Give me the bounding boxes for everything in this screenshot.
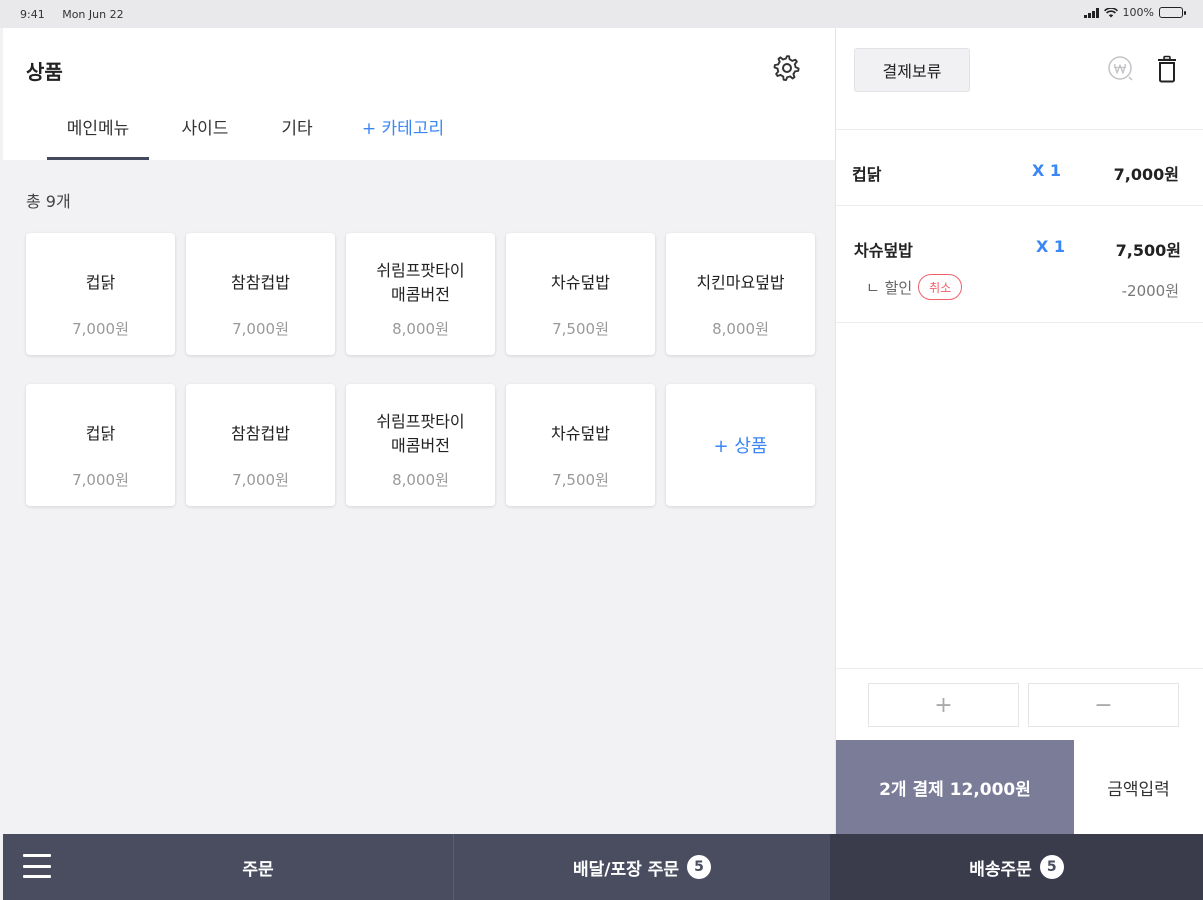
discount-label: ㄴ 할인 <box>866 278 913 297</box>
battery-percent: 100% <box>1122 6 1154 19</box>
nav-delivery-takeout-label: 배달/포장 주문 <box>573 859 679 880</box>
order-item-price: 7,500원 <box>1115 241 1181 260</box>
product-price: 7,000원 <box>232 471 289 489</box>
product-count: 총 9개 <box>26 192 71 211</box>
category-tabs: 메인메뉴 사이드 기타 + 카테고리 <box>47 100 473 160</box>
add-product-button[interactable]: + 상품 <box>666 384 815 506</box>
product-price: 7,000원 <box>232 320 289 338</box>
product-name: 참참컵밥 <box>231 424 290 443</box>
status-time: 9:41 <box>20 8 45 21</box>
order-header: 결제보류 <box>836 28 1203 130</box>
wifi-icon <box>1103 7 1118 17</box>
clear-order-button[interactable] <box>1150 50 1184 88</box>
status-date: Mon Jun 22 <box>62 8 124 21</box>
product-price: 7,500원 <box>552 471 609 489</box>
discount-amount: -2000원 <box>1121 282 1179 300</box>
tab-side[interactable]: 사이드 <box>149 100 261 160</box>
order-item-price: 7,000원 <box>1113 165 1179 184</box>
add-category-button[interactable]: + 카테고리 <box>333 100 473 160</box>
product-card[interactable]: 컵닭 7,000원 <box>26 384 175 506</box>
nav-order[interactable]: 주문 <box>63 834 453 900</box>
page-title: 상품 <box>26 60 63 84</box>
quantity-controls: + − <box>836 668 1203 740</box>
won-icon <box>1108 56 1133 81</box>
product-grid: 컵닭 7,000원 참참컵밥 7,000원 쉬림프팟타이 매콤버전 8,000원… <box>26 233 816 506</box>
product-name: 치킨마요덮밥 <box>696 273 785 292</box>
delivery-takeout-badge: 5 <box>686 855 711 879</box>
product-panel: 상품 메인메뉴 사이드 기타 + 카테고리 총 9개 컵닭 7,000원 참참컵… <box>3 28 835 834</box>
product-card[interactable]: 참참컵밥 7,000원 <box>186 384 335 506</box>
won-discount-button[interactable] <box>1104 52 1138 86</box>
hamburger-menu-icon[interactable] <box>23 854 51 878</box>
order-item-qty: X 1 <box>1032 161 1062 180</box>
settings-button[interactable] <box>769 50 805 86</box>
order-panel: 결제보류 컵닭 X 1 7,000원 차슈덮밥 X 1 7,500원 ㄴ 할인 <box>835 28 1203 834</box>
nav-order-label: 주문 <box>242 859 274 880</box>
nav-delivery-takeout[interactable]: 배달/포장 주문 5 <box>453 834 830 900</box>
product-name: 컵닭 <box>85 273 116 292</box>
nav-shipping-label: 배송주문 <box>969 859 1032 880</box>
product-price: 8,000원 <box>392 471 449 489</box>
tab-etc[interactable]: 기타 <box>261 100 333 160</box>
product-card[interactable]: 쉬림프팟타이 매콤버전 8,000원 <box>346 233 495 355</box>
shipping-badge: 5 <box>1039 855 1064 879</box>
product-card[interactable]: 치킨마요덮밥 8,000원 <box>666 233 815 355</box>
cancel-discount-button[interactable]: 취소 <box>918 274 963 300</box>
product-price: 7,000원 <box>72 320 129 338</box>
product-price: 7,000원 <box>72 471 129 489</box>
product-price: 7,500원 <box>552 320 609 338</box>
decrease-qty-button[interactable]: − <box>1028 683 1179 727</box>
order-line-item[interactable]: 차슈덮밥 X 1 7,500원 ㄴ 할인 취소 -2000원 <box>836 206 1203 323</box>
order-line-item[interactable]: 컵닭 X 1 7,000원 <box>836 130 1203 206</box>
battery-icon <box>1159 7 1186 18</box>
add-product-label: + 상품 <box>713 436 768 457</box>
order-item-name: 컵닭 <box>852 165 882 184</box>
bottom-nav: 주문 배달/포장 주문 5 배송주문 5 <box>3 834 1203 900</box>
discount-row: ㄴ 할인 취소 <box>866 274 963 300</box>
order-item-qty: X 1 <box>1036 237 1066 256</box>
product-price: 8,000원 <box>712 320 769 338</box>
product-name: 쉬림프팟타이 매콤버전 <box>376 261 465 304</box>
product-name: 쉬림프팟타이 매콤버전 <box>376 412 465 455</box>
amount-input-button[interactable]: 금액입력 <box>1074 740 1203 834</box>
nav-shipping[interactable]: 배송주문 5 <box>830 834 1203 900</box>
product-card[interactable]: 차슈덮밥 7,500원 <box>506 384 655 506</box>
hold-payment-button[interactable]: 결제보류 <box>854 48 970 92</box>
product-card[interactable]: 참참컵밥 7,000원 <box>186 233 335 355</box>
increase-qty-button[interactable]: + <box>868 683 1019 727</box>
product-card[interactable]: 컵닭 7,000원 <box>26 233 175 355</box>
trash-icon <box>1158 55 1176 83</box>
product-name: 참참컵밥 <box>231 273 290 292</box>
tab-main-menu[interactable]: 메인메뉴 <box>47 100 149 160</box>
pay-button[interactable]: 2개 결제 12,000원 <box>836 740 1074 834</box>
product-header: 상품 메인메뉴 사이드 기타 + 카테고리 <box>3 28 835 160</box>
order-item-name: 차슈덮밥 <box>854 241 913 260</box>
product-name: 컵닭 <box>85 424 116 443</box>
cellular-signal-icon <box>1083 7 1099 18</box>
product-price: 8,000원 <box>392 320 449 338</box>
product-card[interactable]: 차슈덮밥 7,500원 <box>506 233 655 355</box>
gear-icon <box>773 55 800 82</box>
product-card[interactable]: 쉬림프팟타이 매콤버전 8,000원 <box>346 384 495 506</box>
product-name: 차슈덮밥 <box>551 273 610 292</box>
product-name: 차슈덮밥 <box>551 424 610 443</box>
status-bar: 9:41 Mon Jun 22 100% <box>0 0 1203 28</box>
